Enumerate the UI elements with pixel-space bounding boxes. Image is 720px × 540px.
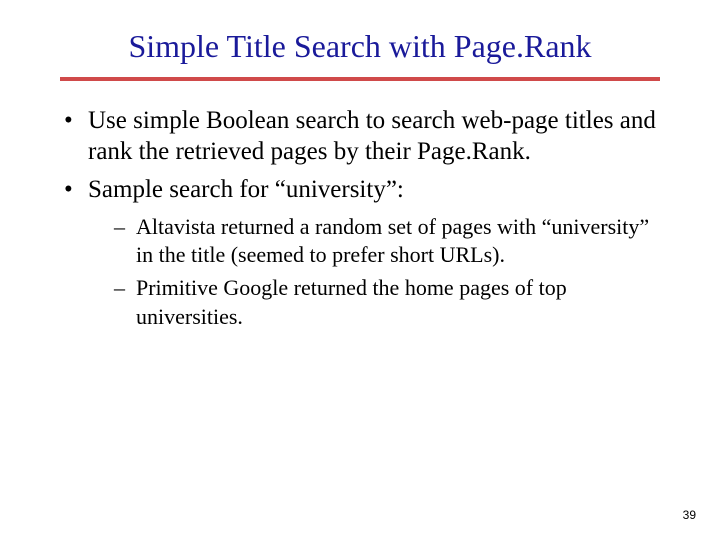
main-bullet-list: Use simple Boolean search to search web-… xyxy=(60,105,660,331)
slide-title: Simple Title Search with Page.Rank xyxy=(60,28,660,65)
sub-bullet-list: Altavista returned a random set of pages… xyxy=(88,213,660,331)
title-divider xyxy=(60,77,660,81)
page-number: 39 xyxy=(683,508,696,522)
bullet-text: Sample search for “university”: xyxy=(88,176,404,203)
sub-bullet-item: Primitive Google returned the home pages… xyxy=(88,274,660,331)
bullet-item: Sample search for “university”: Altavist… xyxy=(60,174,660,332)
sub-bullet-item: Altavista returned a random set of pages… xyxy=(88,213,660,270)
bullet-item: Use simple Boolean search to search web-… xyxy=(60,105,660,168)
